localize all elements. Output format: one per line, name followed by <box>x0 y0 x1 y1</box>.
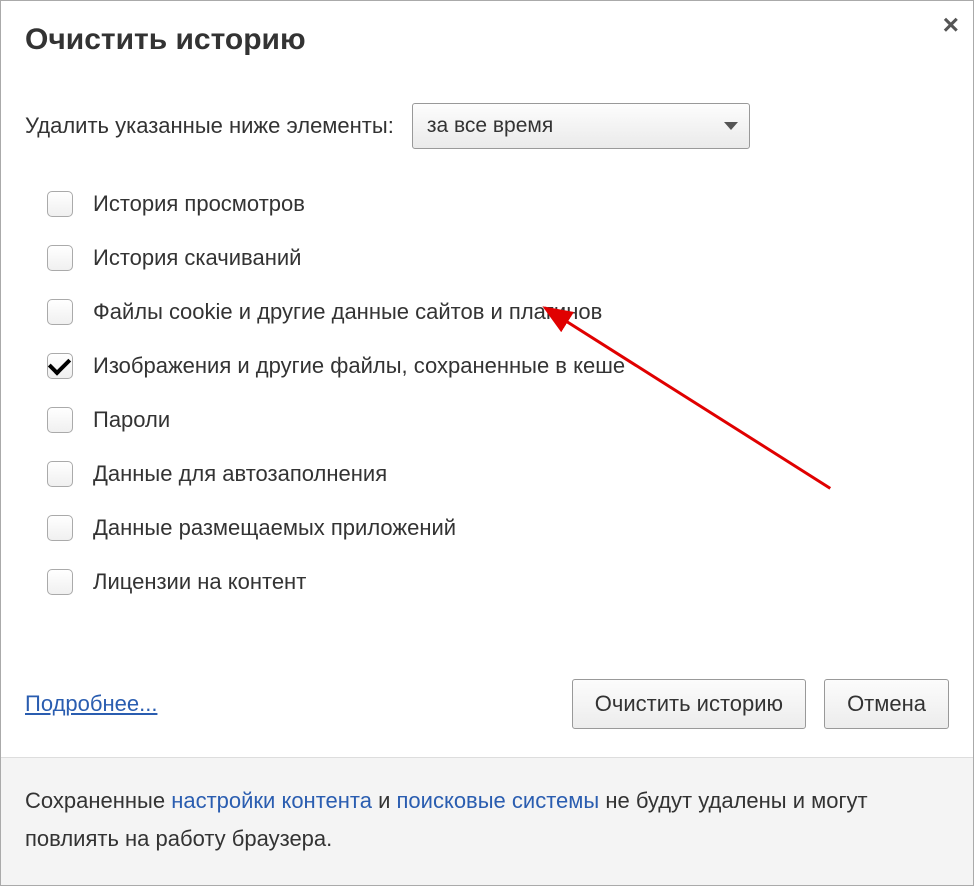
option-label: Данные для автозаполнения <box>93 461 387 487</box>
checkbox[interactable] <box>47 407 73 433</box>
option-label: Данные размещаемых приложений <box>93 515 456 541</box>
option-autofill[interactable]: Данные для автозаполнения <box>47 447 949 501</box>
dialog-title: Очистить историю <box>25 23 949 57</box>
option-passwords[interactable]: Пароли <box>47 393 949 447</box>
dialog-body: Удалить указанные ниже элементы: за все … <box>1 71 973 667</box>
checkbox[interactable] <box>47 515 73 541</box>
time-range-label: Удалить указанные ниже элементы: <box>25 113 394 139</box>
checkbox[interactable] <box>47 191 73 217</box>
note-text: Сохраненные <box>25 788 171 813</box>
more-link[interactable]: Подробнее... <box>25 691 157 717</box>
option-label: История просмотров <box>93 191 305 217</box>
option-browsing-history[interactable]: История просмотров <box>47 177 949 231</box>
dialog-header: Очистить историю <box>1 1 973 71</box>
option-content-licenses[interactable]: Лицензии на контент <box>47 555 949 609</box>
time-range-select[interactable]: за все время <box>412 103 750 149</box>
bottom-note: Сохраненные настройки контента и поисков… <box>1 757 973 885</box>
option-hosted-apps[interactable]: Данные размещаемых приложений <box>47 501 949 555</box>
search-engines-link[interactable]: поисковые системы <box>397 788 600 813</box>
option-label: Пароли <box>93 407 170 433</box>
cancel-button[interactable]: Отмена <box>824 679 949 729</box>
checkbox[interactable] <box>47 353 73 379</box>
time-range-row: Удалить указанные ниже элементы: за все … <box>25 103 949 149</box>
button-group: Очистить историю Отмена <box>572 679 949 729</box>
option-cached-images[interactable]: Изображения и другие файлы, сохраненные … <box>47 339 949 393</box>
time-range-selected-value: за все время <box>427 114 553 138</box>
checkbox[interactable] <box>47 461 73 487</box>
checkbox[interactable] <box>47 245 73 271</box>
options-list: История просмотров История скачиваний Фа… <box>25 177 949 609</box>
dialog-footer: Подробнее... Очистить историю Отмена <box>1 667 973 757</box>
clear-history-dialog: × Очистить историю Удалить указанные ниж… <box>0 0 974 886</box>
checkbox[interactable] <box>47 569 73 595</box>
checkbox[interactable] <box>47 299 73 325</box>
content-settings-link[interactable]: настройки контента <box>171 788 372 813</box>
option-cookies[interactable]: Файлы cookie и другие данные сайтов и пл… <box>47 285 949 339</box>
option-label: Лицензии на контент <box>93 569 306 595</box>
note-text: и <box>372 788 397 813</box>
option-label: Изображения и другие файлы, сохраненные … <box>93 353 625 379</box>
option-label: История скачиваний <box>93 245 301 271</box>
clear-history-button[interactable]: Очистить историю <box>572 679 806 729</box>
option-label: Файлы cookie и другие данные сайтов и пл… <box>93 299 602 325</box>
option-download-history[interactable]: История скачиваний <box>47 231 949 285</box>
close-icon[interactable]: × <box>943 11 959 39</box>
